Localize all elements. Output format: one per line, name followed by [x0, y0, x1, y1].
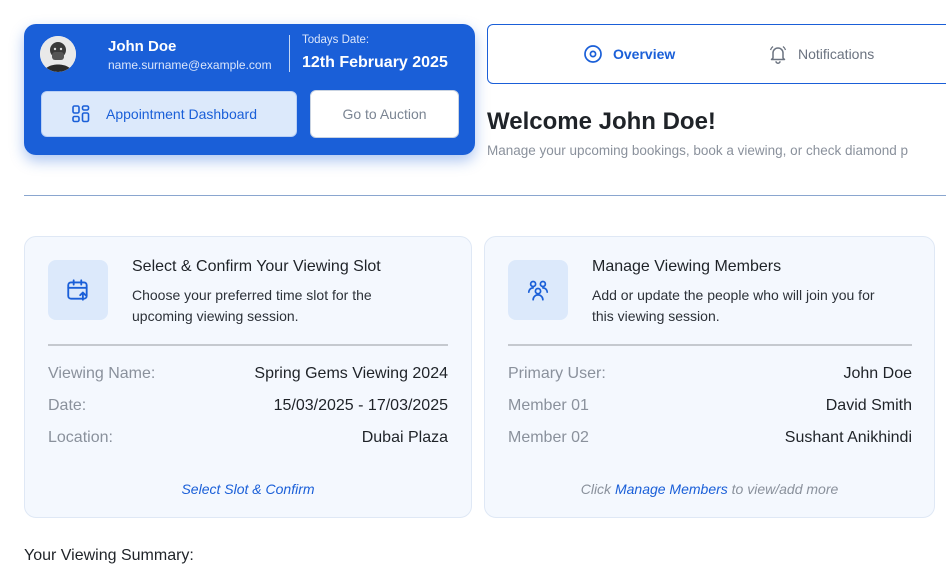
row-value: David Smith: [825, 397, 912, 414]
members-card-title: Manage Viewing Members: [592, 258, 782, 275]
row-value: Dubai Plaza: [361, 429, 448, 446]
appointment-dashboard-label: Appointment Dashboard: [106, 106, 257, 122]
row-key: Location:: [48, 429, 113, 446]
profile-card: John Doe name.surname@example.com Todays…: [24, 24, 475, 155]
row-value: John Doe: [843, 365, 913, 382]
row-key: Primary User:: [508, 365, 606, 382]
date-label: Todays Date:: [302, 34, 370, 46]
member-02-row: Member 02 Sushant Anikhindi: [508, 429, 912, 451]
row-key: Date:: [48, 397, 87, 414]
header-divider: [289, 35, 290, 72]
manage-members-link[interactable]: Manage Members: [615, 481, 728, 497]
date-value: 12th February 2025: [302, 54, 448, 71]
slot-card-title: Select & Confirm Your Viewing Slot: [132, 258, 381, 275]
members-card-description: Add or update the people who will join y…: [592, 287, 875, 324]
row-key: Viewing Name:: [48, 365, 156, 382]
slot-card-footer: Select Slot & Confirm: [25, 481, 471, 497]
date-row: Date: 15/03/2025 - 17/03/2025: [48, 397, 448, 419]
user-photo-icon: [40, 36, 76, 72]
section-divider: [24, 195, 946, 196]
members-card-footer: Click Manage Members to view/add more: [485, 481, 934, 497]
user-name: John Doe: [108, 38, 177, 55]
welcome-title: Welcome John Doe!: [487, 108, 716, 135]
tab-notifications-label: Notifications: [798, 46, 875, 62]
tab-notifications[interactable]: Notifications: [768, 25, 874, 83]
card-divider: [508, 344, 912, 346]
slot-card-description: Choose your preferred time slot for the …: [132, 287, 372, 324]
viewing-summary-heading: Your Viewing Summary:: [24, 547, 194, 564]
card-divider: [48, 344, 448, 346]
row-key: Member 01: [508, 397, 589, 414]
viewing-name-row: Viewing Name: Spring Gems Viewing 2024: [48, 365, 448, 387]
select-slot-confirm-link[interactable]: Select Slot & Confirm: [181, 481, 314, 497]
footer-prefix: Click: [580, 481, 612, 497]
viewing-members-card: Manage Viewing Members Add or update the…: [484, 236, 935, 518]
tab-overview-label: Overview: [613, 46, 676, 62]
member-01-row: Member 01 David Smith: [508, 397, 912, 419]
location-row: Location: Dubai Plaza: [48, 429, 448, 451]
calendar-upload-icon: [67, 279, 88, 301]
page: John Doe name.surname@example.com Todays…: [0, 0, 946, 577]
viewing-slot-card: Select & Confirm Your Viewing Slot Choos…: [24, 236, 472, 518]
target-circle-icon: [584, 45, 602, 63]
tab-bar: Overview Notifications: [487, 24, 946, 84]
avatar[interactable]: [40, 36, 76, 72]
go-to-auction-button[interactable]: Go to Auction: [310, 90, 459, 138]
primary-user-row: Primary User: John Doe: [508, 365, 912, 387]
card-icon-box: [48, 260, 108, 320]
grid-icon: [72, 105, 90, 123]
appointment-dashboard-button[interactable]: Appointment Dashboard: [41, 91, 297, 137]
row-value: Spring Gems Viewing 2024: [254, 365, 448, 382]
card-icon-box: [508, 260, 568, 320]
footer-suffix: to view/add more: [731, 481, 839, 497]
user-email: name.surname@example.com: [108, 58, 272, 72]
users-icon: [527, 280, 549, 301]
row-value: 15/03/2025 - 17/03/2025: [273, 397, 448, 414]
bell-icon: [769, 45, 787, 64]
row-value: Sushant Anikhindi: [784, 429, 912, 446]
tab-overview[interactable]: Overview: [583, 25, 675, 83]
welcome-subtitle: Manage your upcoming bookings, book a vi…: [487, 143, 908, 158]
row-key: Member 02: [508, 429, 589, 446]
